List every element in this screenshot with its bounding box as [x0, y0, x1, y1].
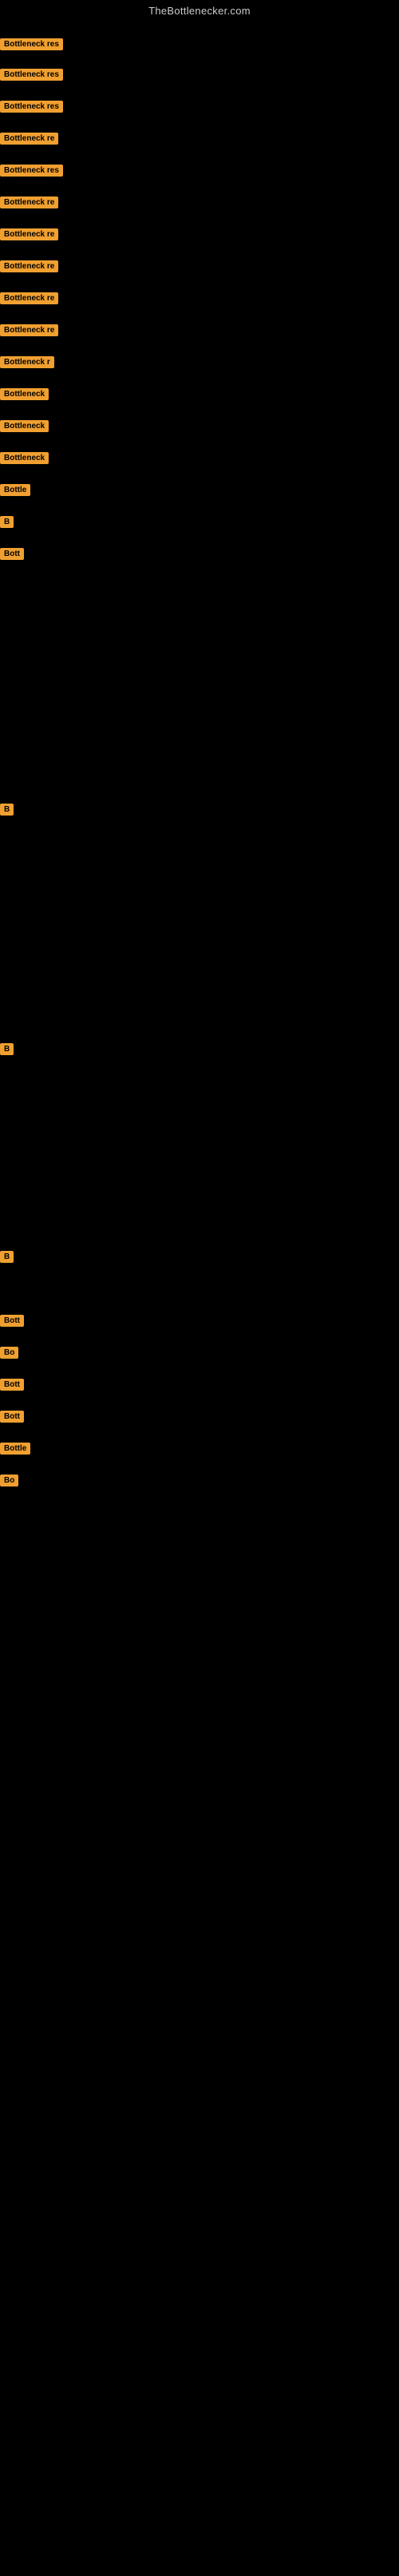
bottleneck-badge-4[interactable]: Bottleneck re [0, 133, 58, 145]
badge-row-11: Bottleneck r [0, 355, 54, 370]
badge-row-5: Bottleneck res [0, 164, 63, 178]
badge-row-24: Bott [0, 1410, 24, 1424]
badge-row-8: Bottleneck re [0, 260, 58, 274]
bottleneck-badge-1[interactable]: Bottleneck res [0, 38, 63, 50]
bottleneck-badge-11[interactable]: Bottleneck r [0, 356, 54, 368]
bottleneck-badge-25[interactable]: Bottle [0, 1443, 30, 1455]
site-title: TheBottlenecker.com [0, 0, 399, 20]
bottleneck-badge-7[interactable]: Bottleneck re [0, 228, 58, 240]
badge-row-1: Bottleneck res [0, 38, 63, 52]
badge-row-13: Bottleneck [0, 419, 49, 434]
badge-row-20: B [0, 1250, 14, 1264]
bottleneck-badge-10[interactable]: Bottleneck re [0, 324, 58, 336]
bottleneck-badge-20[interactable]: B [0, 1251, 14, 1263]
bottleneck-badge-18[interactable]: B [0, 804, 14, 816]
badge-row-22: Bo [0, 1346, 18, 1360]
badge-row-9: Bottleneck re [0, 292, 58, 306]
badge-row-7: Bottleneck re [0, 228, 58, 242]
badge-row-25: Bottle [0, 1442, 30, 1456]
bottleneck-badge-3[interactable]: Bottleneck res [0, 101, 63, 113]
badge-row-10: Bottleneck re [0, 323, 58, 338]
bottleneck-badge-12[interactable]: Bottleneck [0, 388, 49, 400]
badge-row-15: Bottle [0, 483, 30, 498]
bottleneck-badge-8[interactable]: Bottleneck re [0, 260, 58, 272]
bottleneck-badge-19[interactable]: B [0, 1043, 14, 1055]
badge-row-17: Bott [0, 547, 24, 562]
bottleneck-badge-2[interactable]: Bottleneck res [0, 69, 63, 81]
bottleneck-badge-24[interactable]: Bott [0, 1411, 24, 1423]
bottleneck-badge-13[interactable]: Bottleneck [0, 420, 49, 432]
bottleneck-badge-16[interactable]: B [0, 516, 14, 528]
bottleneck-badge-14[interactable]: Bottleneck [0, 452, 49, 464]
badge-row-19: B [0, 1042, 14, 1057]
badge-row-3: Bottleneck res [0, 100, 63, 114]
bottleneck-badge-23[interactable]: Bott [0, 1379, 24, 1391]
badge-row-21: Bott [0, 1314, 24, 1328]
bottleneck-badge-6[interactable]: Bottleneck re [0, 196, 58, 208]
badge-row-12: Bottleneck [0, 387, 49, 402]
bottleneck-badge-26[interactable]: Bo [0, 1475, 18, 1486]
bottleneck-badge-9[interactable]: Bottleneck re [0, 292, 58, 304]
badge-row-14: Bottleneck [0, 451, 49, 466]
bottleneck-badge-15[interactable]: Bottle [0, 484, 30, 496]
badge-row-18: B [0, 803, 14, 817]
badge-row-6: Bottleneck re [0, 196, 58, 210]
badge-row-23: Bott [0, 1378, 24, 1392]
badge-row-16: B [0, 515, 14, 530]
bottleneck-badge-17[interactable]: Bott [0, 548, 24, 560]
badge-row-4: Bottleneck re [0, 132, 58, 146]
badge-row-2: Bottleneck res [0, 68, 63, 82]
bottleneck-badge-22[interactable]: Bo [0, 1347, 18, 1359]
badge-row-26: Bo [0, 1474, 18, 1488]
bottleneck-badge-5[interactable]: Bottleneck res [0, 165, 63, 177]
bottleneck-badge-21[interactable]: Bott [0, 1315, 24, 1327]
